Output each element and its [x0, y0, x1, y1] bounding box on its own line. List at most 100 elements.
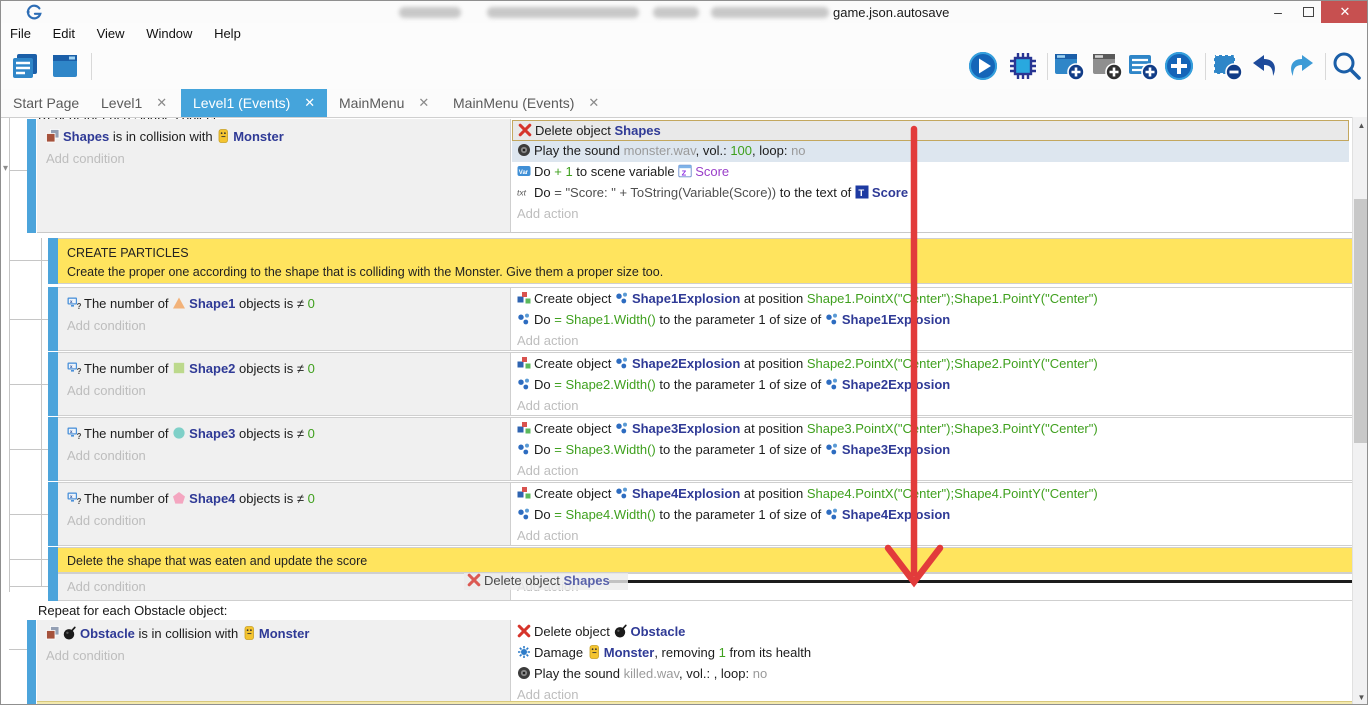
comment-block-clipped[interactable]: [37, 701, 1352, 705]
menu-help[interactable]: Help: [205, 23, 250, 44]
menu-view[interactable]: View: [88, 23, 134, 44]
action-row[interactable]: Create object Shape2Explosion at positio…: [512, 354, 1349, 375]
tab-mainmenu[interactable]: MainMenu✕: [327, 89, 441, 117]
text-segment: Add condition: [67, 383, 146, 398]
repeat-event-header[interactable]: Repeat for each Obstacle object:: [38, 603, 458, 619]
close-icon[interactable]: ✕: [1321, 1, 1368, 23]
condition-row[interactable]: x?The number of Shape2 objects is ≠ 0: [62, 359, 502, 380]
tab-close-icon[interactable]: ✕: [304, 95, 315, 111]
text-segment: 0: [308, 426, 315, 441]
add-action-button[interactable]: Add action: [512, 526, 1349, 547]
tab-level1-events[interactable]: Level1 (Events)✕: [181, 89, 327, 117]
condition-row[interactable]: x?The number of Shape4 objects is ≠ 0: [62, 489, 502, 510]
comment-block[interactable]: Delete the shape that was eaten and upda…: [58, 547, 1352, 573]
restore-icon[interactable]: [1293, 1, 1323, 23]
add-condition-button[interactable]: Add condition: [62, 316, 502, 337]
text-segment: ≠: [297, 361, 308, 376]
text-segment: = Shape1.Width(): [554, 312, 656, 327]
comment-block[interactable]: CREATE PARTICLESCreate the proper one ac…: [58, 238, 1352, 284]
action-row[interactable]: Play the sound monster.wav, vol.: 100, l…: [512, 141, 1349, 162]
add-condition-button[interactable]: Add condition: [62, 446, 502, 467]
add-action-button[interactable]: Add action: [512, 461, 1349, 482]
add-condition-button[interactable]: Add condition: [62, 577, 502, 598]
action-row[interactable]: Do = Shape4.Width() to the parameter 1 o…: [512, 505, 1349, 526]
action-row[interactable]: txtDo = "Score: " + ToString(Variable(Sc…: [512, 183, 1349, 204]
scrollbar-thumb[interactable]: [1354, 199, 1368, 443]
condition-row[interactable]: Shapes is in collision with Monster: [41, 127, 501, 148]
collision-icon: [46, 626, 60, 640]
tab-level1[interactable]: Level1✕: [89, 89, 179, 117]
tree-connector: [9, 260, 48, 261]
monster-icon: [216, 129, 230, 143]
add-event-icon[interactable]: [1053, 50, 1085, 82]
conditions-panel: x?The number of Shape4 objects is ≠ 0Add…: [58, 482, 511, 546]
tab-close-icon[interactable]: ✕: [418, 95, 429, 111]
collapse-arrow-icon[interactable]: ▾: [3, 164, 15, 174]
scene-editor-icon[interactable]: [49, 50, 81, 82]
monster-icon: [587, 645, 601, 659]
drag-ghost[interactable]: Delete object Shapes: [464, 573, 628, 590]
text-segment: to the parameter 1 of size of: [656, 377, 825, 392]
add-subevent-icon[interactable]: [1091, 50, 1123, 82]
menu-file[interactable]: File: [1, 23, 40, 44]
tab-close-icon[interactable]: ✕: [588, 95, 599, 111]
add-comment-icon[interactable]: [1127, 50, 1159, 82]
debug-icon[interactable]: [1007, 50, 1039, 82]
scroll-up-icon[interactable]: ▲: [1353, 117, 1368, 134]
action-row[interactable]: Do = Shape1.Width() to the parameter 1 o…: [512, 310, 1349, 331]
action-row[interactable]: Do = Shape2.Width() to the parameter 1 o…: [512, 375, 1349, 396]
text-segment: Create object: [534, 291, 615, 306]
tab-mainmenu-events[interactable]: MainMenu (Events)✕: [441, 89, 611, 117]
particles-icon: [517, 507, 531, 521]
undo-icon[interactable]: [1249, 50, 1281, 82]
text-segment: , vol.:: [696, 143, 731, 158]
actions-panel: Create object Shape2Explosion at positio…: [511, 352, 1352, 416]
tab-bar: Start Page Level1✕ Level1 (Events)✕ Main…: [1, 89, 1367, 117]
add-action-button[interactable]: Add action: [512, 331, 1349, 352]
action-row[interactable]: Do = Shape3.Width() to the parameter 1 o…: [512, 440, 1349, 461]
action-row[interactable]: Delete object Obstacle: [512, 622, 1349, 643]
add-condition-button[interactable]: Add condition: [41, 646, 501, 667]
add-action-button[interactable]: Add action: [512, 204, 1349, 225]
action-row-selected[interactable]: Delete object Shapes: [512, 120, 1349, 141]
add-condition-button[interactable]: Add condition: [62, 381, 502, 402]
search-icon[interactable]: [1331, 50, 1363, 82]
action-row[interactable]: Create object Shape1Explosion at positio…: [512, 289, 1349, 310]
tree-line: [41, 238, 42, 586]
particles-icon: [615, 486, 629, 500]
create-icon: [517, 421, 531, 435]
menu-window[interactable]: Window: [137, 23, 201, 44]
condition-row[interactable]: x?The number of Shape3 objects is ≠ 0: [62, 424, 502, 445]
remove-selection-icon[interactable]: [1211, 50, 1243, 82]
text-segment: Monster: [233, 129, 284, 144]
action-row[interactable]: VarDo + 1 to scene variable ZScore: [512, 162, 1349, 183]
add-action-button[interactable]: Add action: [512, 396, 1349, 417]
add-condition-button[interactable]: Add condition: [41, 149, 501, 170]
tab-close-icon[interactable]: ✕: [156, 95, 167, 111]
action-row[interactable]: Create object Shape3Explosion at positio…: [512, 419, 1349, 440]
menu-edit[interactable]: Edit: [44, 23, 84, 44]
text-segment: Add condition: [46, 648, 125, 663]
tab-start-page[interactable]: Start Page: [1, 89, 91, 117]
text-segment: Shape1Explosion: [632, 291, 740, 306]
text-segment: Shape2: [189, 361, 235, 376]
vertical-scrollbar[interactable]: ▲ ▼: [1352, 117, 1368, 705]
delete-icon: [467, 573, 481, 587]
add-more-icon[interactable]: [1163, 50, 1195, 82]
play-icon[interactable]: [967, 50, 999, 82]
text-segment: Add condition: [67, 318, 146, 333]
minimize-icon[interactable]: –: [1263, 1, 1293, 23]
text-segment: = Shape2.Width(): [554, 377, 656, 392]
scroll-down-icon[interactable]: ▼: [1353, 689, 1368, 705]
create-icon: [517, 486, 531, 500]
action-row[interactable]: Play the sound killed.wav, vol.: , loop:…: [512, 664, 1349, 685]
action-row[interactable]: Damage Monster, removing 1 from its heal…: [512, 643, 1349, 664]
add-condition-button[interactable]: Add condition: [62, 511, 502, 532]
redo-icon[interactable]: [1285, 50, 1317, 82]
particles-icon: [825, 507, 839, 521]
condition-row[interactable]: x?The number of Shape1 objects is ≠ 0: [62, 294, 502, 315]
action-row[interactable]: Create object Shape4Explosion at positio…: [512, 484, 1349, 505]
title-bar: game.json.autosave – ✕: [1, 1, 1367, 24]
condition-row[interactable]: Obstacle is in collision with Monster: [41, 624, 501, 645]
events-list-icon[interactable]: [9, 50, 41, 82]
